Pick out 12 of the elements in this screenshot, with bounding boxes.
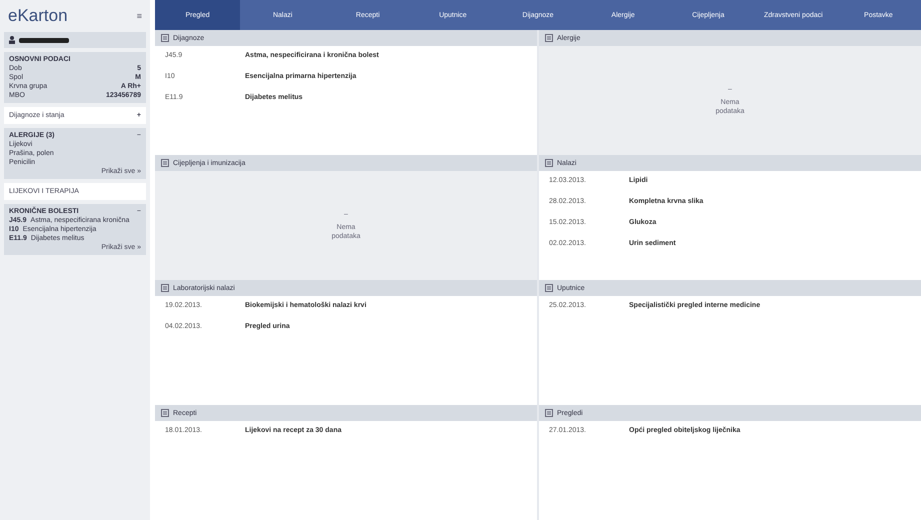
list-icon (161, 159, 169, 167)
list-icon (161, 284, 169, 292)
list-icon (545, 284, 553, 292)
redacted-name (19, 38, 69, 42)
list-icon (545, 34, 553, 42)
list-icon (545, 409, 553, 417)
logo: eKarton (8, 6, 68, 26)
user-icon (9, 36, 15, 44)
list-icon (161, 34, 169, 42)
list-icon (161, 409, 169, 417)
list-icon (545, 159, 553, 167)
menu-icon[interactable]: ≡ (136, 11, 142, 21)
